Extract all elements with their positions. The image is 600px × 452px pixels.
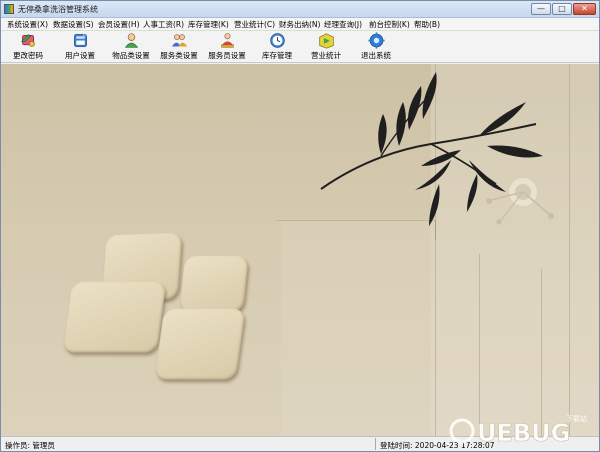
service-category-settings-button[interactable]: 服务类设置 [159, 32, 199, 62]
change-password-button[interactable]: 更改密码 [9, 32, 47, 62]
menu-business-stats[interactable]: 营业统计(C) [234, 19, 275, 30]
business-statistics-button[interactable]: 营业统计 [308, 32, 344, 62]
logo-tile-top-right [179, 255, 249, 313]
toolbar-label: 营业统计 [311, 51, 341, 60]
app-logo-icon [4, 4, 14, 14]
item-category-settings-button[interactable]: 物品类设置 [110, 32, 152, 62]
menu-member-settings[interactable]: 会员设置(H) [98, 19, 140, 30]
minimize-button[interactable]: — [531, 3, 551, 15]
toolbar-label: 更改密码 [13, 51, 43, 60]
exit-gear-icon [367, 32, 385, 49]
close-button[interactable]: ✕ [573, 3, 596, 15]
bamboo-painting-decoration [320, 72, 543, 226]
exit-system-button[interactable]: 退出系统 [358, 32, 394, 62]
toolbar-label: 物品类设置 [112, 51, 150, 60]
business-stats-icon [318, 33, 334, 49]
menu-system-settings[interactable]: 系统设置(X) [7, 19, 48, 30]
menu-inventory[interactable]: 库存管理(K) [188, 19, 229, 30]
workspace-background [1, 64, 599, 436]
window-title: 无停桑拿洗浴管理系统 [18, 5, 98, 14]
operator-status: 操作员: 管理员 [5, 441, 55, 450]
paper-fold-line [569, 64, 570, 436]
status-separator [375, 438, 376, 450]
waiter-settings-button[interactable]: 服务员设置 [207, 32, 247, 62]
logo-tile-bottom-right [154, 308, 246, 380]
paper-highlight-2 [281, 219, 431, 436]
inventory-clock-icon [269, 33, 285, 48]
menu-bar: 系统设置(X) 数据设置(S) 会员设置(H) 人事工资(R) 库存管理(K) … [1, 18, 599, 31]
menu-finance-cashier[interactable]: 财务出纳(N) [279, 19, 320, 30]
toolbar-label: 服务类设置 [160, 51, 198, 60]
toolbar-label: 用户设置 [65, 51, 95, 60]
inventory-management-button[interactable]: 库存管理 [259, 32, 295, 62]
user-settings-button[interactable]: 用户设置 [61, 32, 99, 62]
menu-hr-payroll[interactable]: 人事工资(R) [143, 19, 184, 30]
toolbar-label: 退出系统 [361, 51, 391, 60]
toolbar-label: 服务员设置 [208, 51, 246, 60]
maximize-button[interactable]: □ [552, 3, 572, 15]
watermark-text: UEBUG [477, 419, 570, 447]
menu-front-desk[interactable]: 前台控制(K) [369, 19, 410, 30]
watermark-subtext: 下载站 [566, 414, 587, 423]
logo-tile-bottom-left [62, 281, 167, 353]
menu-data-settings[interactable]: 数据设置(S) [53, 19, 94, 30]
waiter-settings-icon [220, 33, 234, 48]
item-category-icon [124, 33, 138, 48]
title-bar[interactable]: 无停桑拿洗浴管理系统 — □ ✕ [1, 1, 599, 18]
user-settings-icon [73, 32, 87, 47]
app-window: 无停桑拿洗浴管理系统 — □ ✕ 系统设置(X) 数据设置(S) 会员设置(H)… [0, 0, 600, 452]
service-category-icon [171, 34, 187, 47]
site-watermark: UEBUG 下载站 [449, 414, 587, 447]
menu-help[interactable]: 帮助(B) [414, 19, 440, 30]
toolbar: 更改密码 用户设置 物品类设置 服务类设置 服务员设置 库存管理 营业统计 退出… [1, 31, 599, 63]
key-change-password-icon [20, 34, 35, 47]
menu-manager-query[interactable]: 经理查询(J) [324, 19, 362, 30]
toolbar-label: 库存管理 [262, 51, 292, 60]
